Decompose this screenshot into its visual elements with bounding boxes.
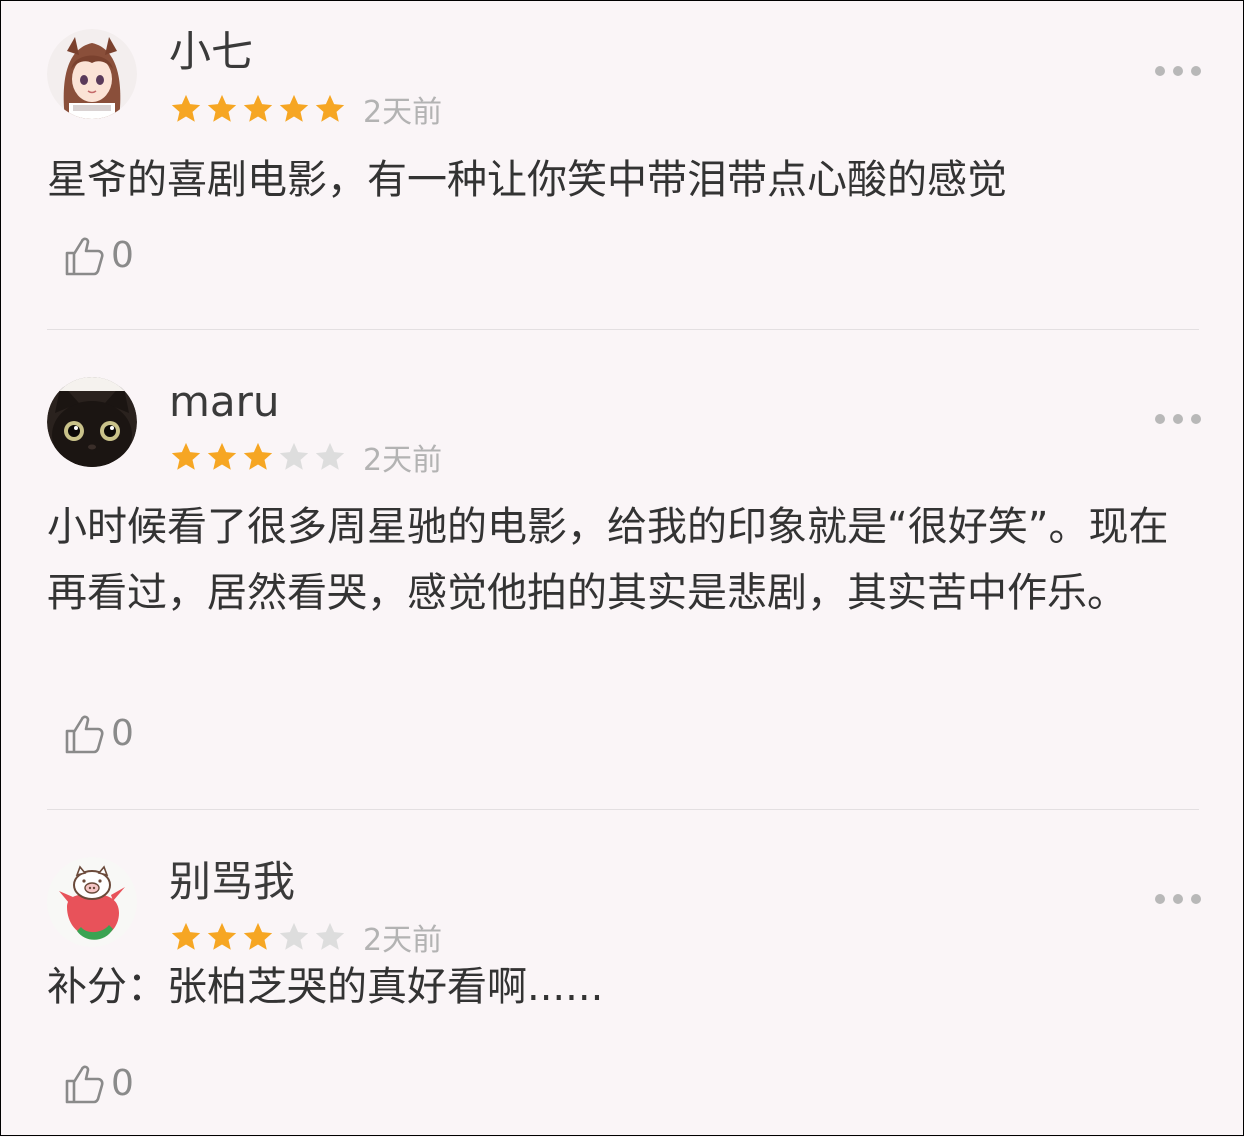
star-icon [207,94,237,122]
star-empty-icon [279,922,309,950]
comment-list: 小七 2天前 星爷的喜剧电影，有一种让你笑中带泪带点心酸的感觉 0 maru 2… [0,0,1244,1136]
star-icon [171,94,201,122]
black-cat-avatar-icon[interactable] [47,377,137,467]
comment-item: 小七 2天前 星爷的喜剧电影，有一种让你笑中带泪带点心酸的感觉 0 [1,1,1244,329]
star-icon [243,94,273,122]
like-button[interactable]: 0 [61,231,134,281]
star-icon [243,442,273,470]
star-empty-icon [315,922,345,950]
like-count: 0 [111,235,134,276]
like-button[interactable]: 0 [61,1059,134,1109]
comment-text: 补分：张柏芝哭的真好看啊...... [47,964,604,1010]
thumbs-up-icon [65,715,104,754]
star-icon [243,922,273,950]
star-icon [315,94,345,122]
star-empty-icon [315,442,345,470]
more-options-icon[interactable] [1155,413,1201,425]
star-icon [207,922,237,950]
more-options-icon[interactable] [1155,65,1201,77]
star-icon [171,442,201,470]
comment-time: 2天前 [363,443,443,478]
comment-item: 别骂我 2天前 补分：张柏芝哭的真好看啊...... 0 [1,811,1244,1137]
star-rating: 2天前 [169,437,443,478]
username[interactable]: 小七 [169,27,253,77]
thumbs-up-icon [65,237,104,276]
comment-time: 2天前 [363,95,443,130]
star-icon [207,442,237,470]
star-icon [279,94,309,122]
star-icon [171,922,201,950]
comment-text: 星爷的喜剧电影，有一种让你笑中带泪带点心酸的感觉 [47,157,1007,203]
anime-girl-avatar-icon[interactable] [47,29,137,119]
thumbs-up-icon [65,1065,104,1104]
star-empty-icon [279,442,309,470]
like-count: 0 [111,1063,134,1104]
comment-time: 2天前 [363,923,443,958]
comment-item: maru 2天前 小时候看了很多周星驰的电影，给我的印象就是“很好笑”。现在再看… [1,331,1244,809]
like-count: 0 [111,713,134,754]
username[interactable]: 别骂我 [169,857,295,907]
more-options-icon[interactable] [1155,893,1201,905]
pig-avatar-icon[interactable] [47,857,137,947]
star-rating: 2天前 [169,89,443,130]
comment-text: 小时候看了很多周星驰的电影，给我的印象就是“很好笑”。现在再看过，居然看哭，感觉… [47,504,1169,616]
divider [47,329,1199,330]
username[interactable]: maru [169,377,280,427]
star-rating: 2天前 [169,917,443,958]
like-button[interactable]: 0 [61,709,134,759]
divider [47,809,1199,810]
